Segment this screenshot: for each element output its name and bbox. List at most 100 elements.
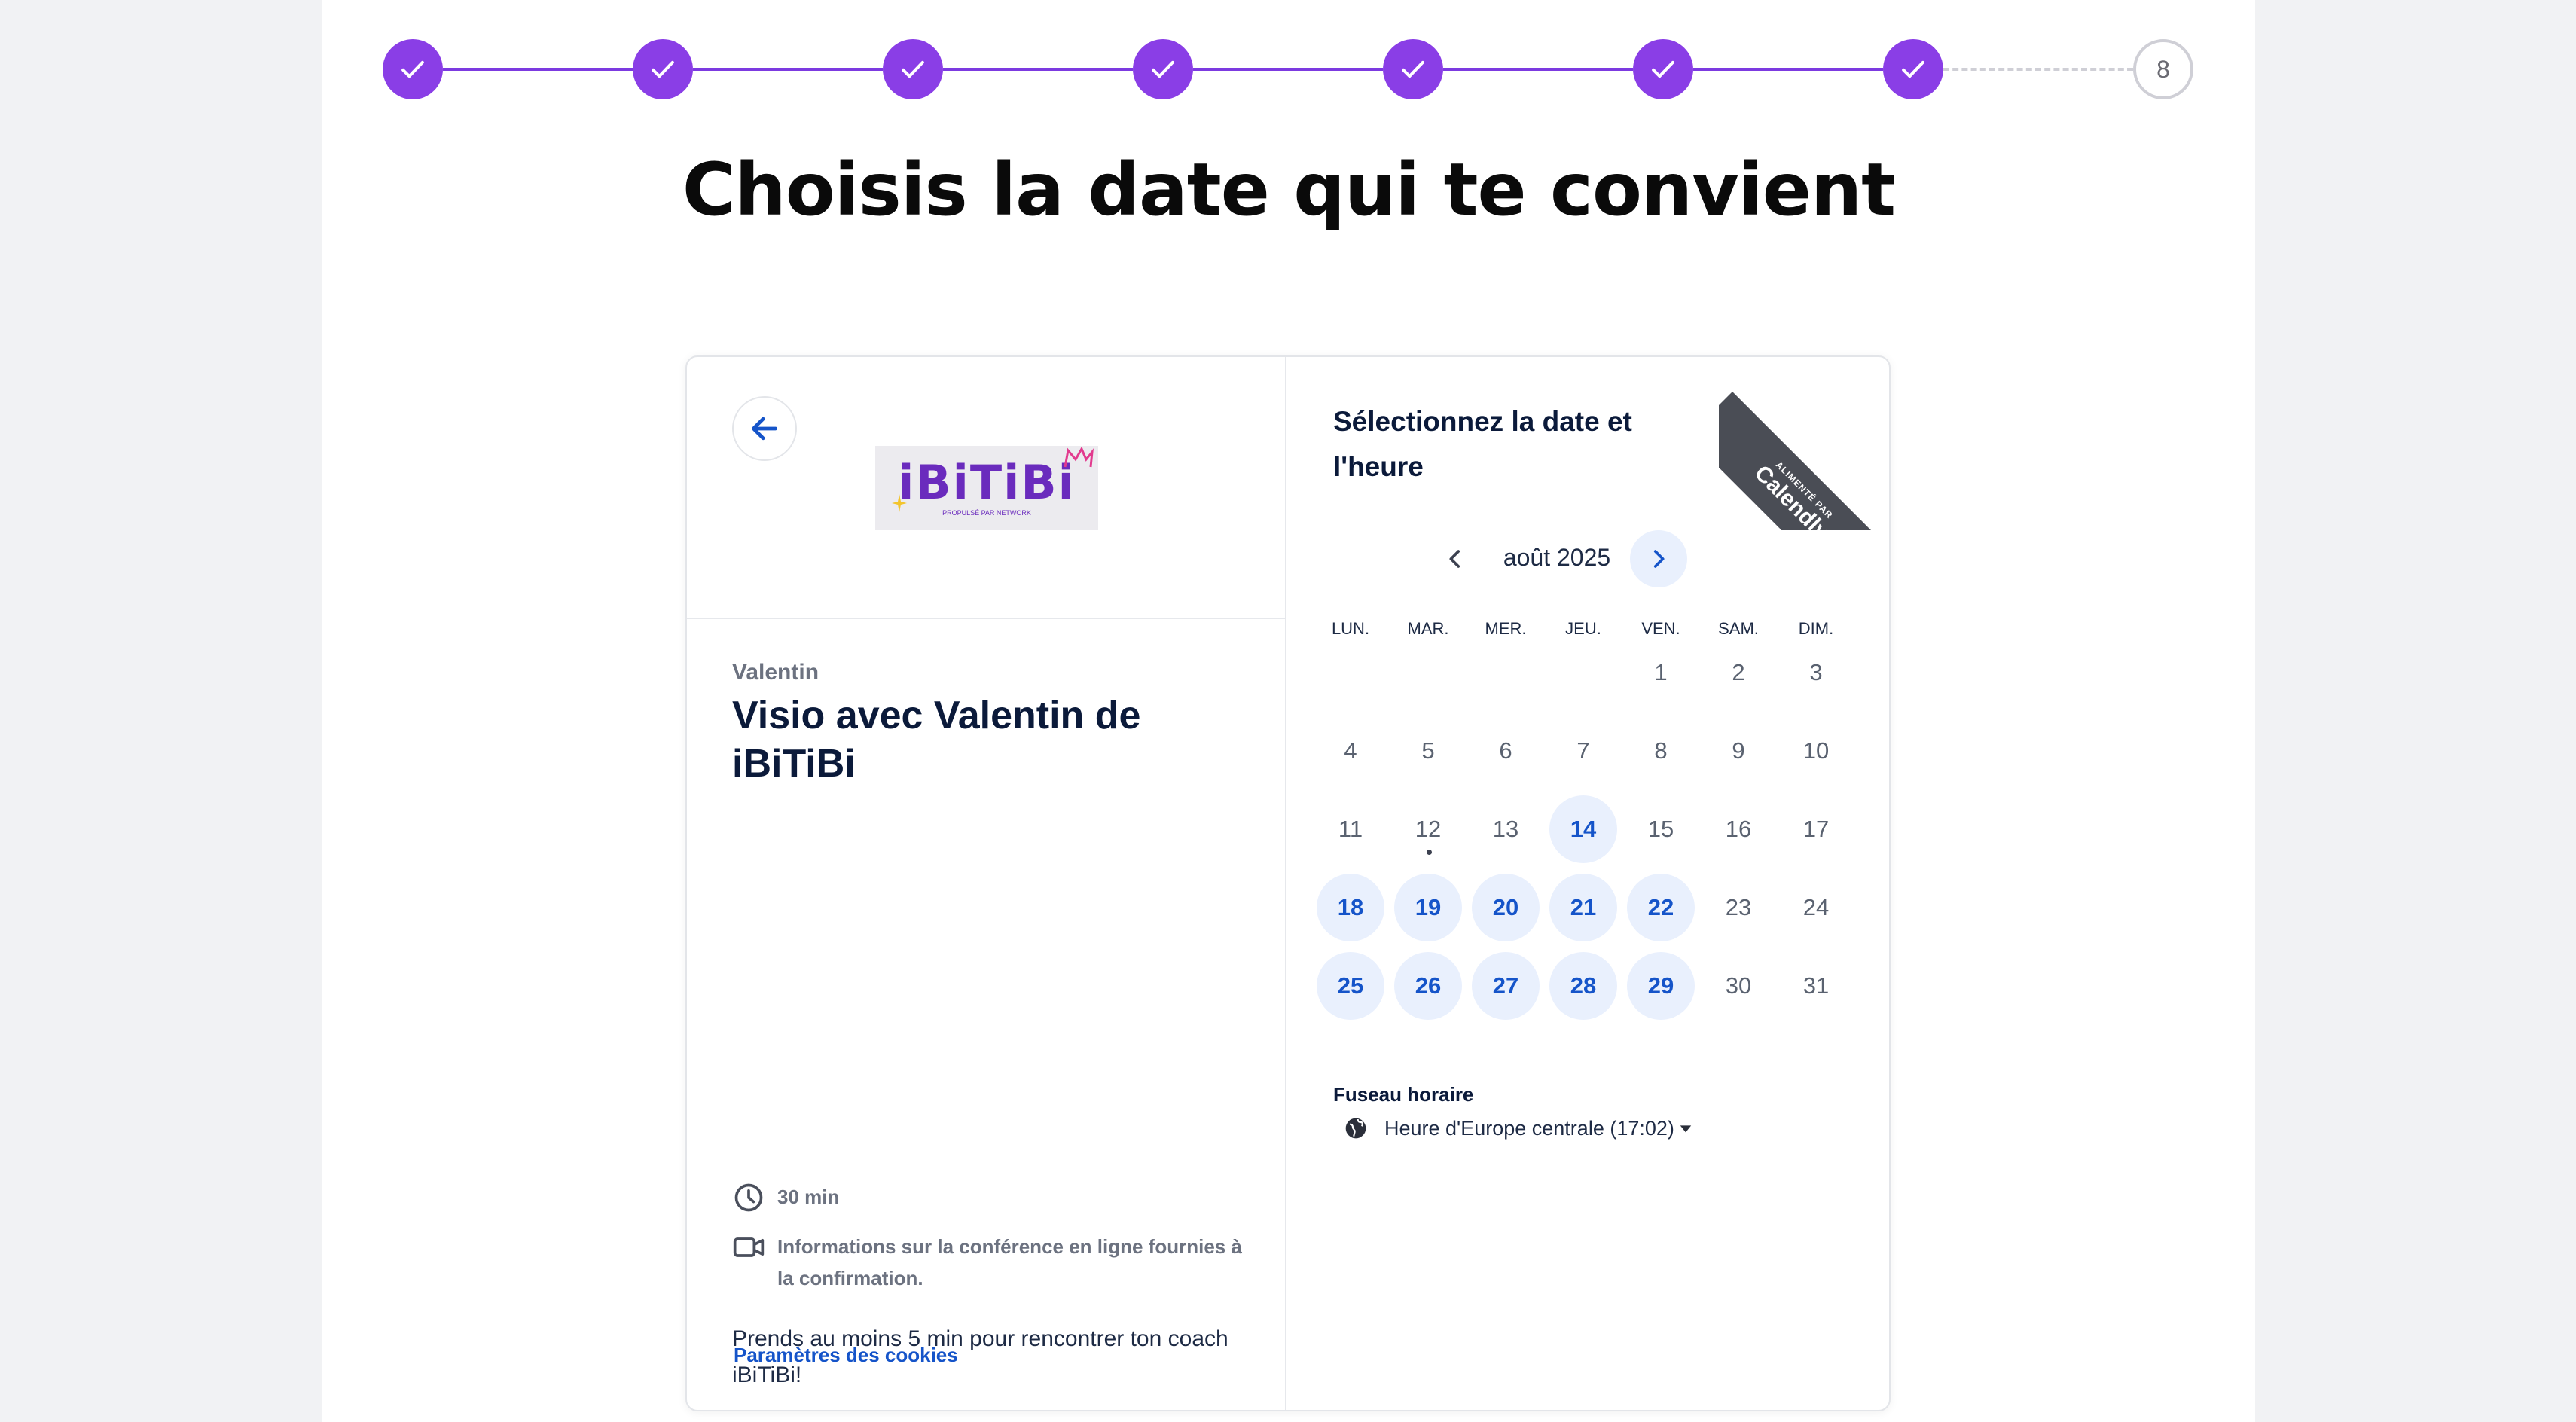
day-number: 2 (1732, 659, 1745, 685)
calendar-day: 13 (1472, 795, 1540, 863)
conference-row: Informations sur la conférence en ligne … (732, 1231, 1259, 1294)
calendar-day: 5 (1394, 717, 1462, 785)
stepper-connector (1693, 68, 1883, 71)
checkmark-icon (1902, 60, 1924, 78)
organizer-name: Valentin (732, 660, 819, 685)
progress-stepper: 8 (322, 0, 2255, 143)
calendar-day: 8 (1627, 717, 1695, 785)
calendar-day: 12 (1394, 795, 1462, 863)
checkmark-icon (652, 60, 674, 78)
day-number: 28 (1570, 972, 1597, 999)
weekday-label: MAR. (1407, 619, 1449, 638)
event-details-panel: iBiTiBi PROPULSÉ PAR NETWORK Valentin Vi… (687, 357, 1286, 1410)
day-number: 9 (1732, 737, 1745, 764)
calendar-day: 11 (1317, 795, 1384, 863)
conference-info-text: Informations sur la conférence en ligne … (777, 1235, 1242, 1289)
timezone-label: Fuseau horaire (1333, 1083, 1474, 1106)
calendar-day-available[interactable]: 22 (1627, 874, 1695, 941)
today-indicator (1427, 850, 1432, 855)
video-camera-icon (733, 1237, 765, 1257)
step-completed (383, 39, 443, 99)
duration-row: 30 min (732, 1181, 839, 1214)
step-completed (1633, 39, 1693, 99)
calendar-day-available[interactable]: 14 (1549, 795, 1617, 863)
previous-month-button[interactable] (1427, 530, 1484, 587)
chevron-right-icon (1653, 550, 1665, 568)
checkmark-icon (1152, 60, 1174, 78)
duration-text: 30 min (777, 1186, 840, 1208)
calendar-day: 3 (1782, 639, 1850, 706)
checkmark-icon (1652, 60, 1674, 78)
calendar-day: 7 (1549, 717, 1617, 785)
powered-by-calendly-ribbon[interactable]: ALIMENTÉ PAR Calendly (1719, 357, 1889, 530)
stepper-connector (443, 68, 633, 71)
event-title: Visio avec Valentin de iBiTiBi (732, 694, 1141, 786)
calendar-day: 9 (1705, 717, 1772, 785)
day-number: 11 (1338, 816, 1363, 842)
weekday-label: LUN. (1331, 619, 1370, 638)
calendar-day-available[interactable]: 26 (1394, 952, 1462, 1020)
globe-icon (1345, 1118, 1366, 1139)
chevron-left-icon (1449, 550, 1460, 568)
back-button[interactable] (732, 396, 797, 461)
weekday-label: MER. (1485, 619, 1527, 638)
calendar-day-available[interactable]: 20 (1472, 874, 1540, 941)
company-logo: iBiTiBi PROPULSÉ PAR NETWORK (875, 446, 1098, 530)
day-number: 29 (1647, 972, 1674, 999)
calendar-day: 24 (1782, 874, 1850, 941)
calendar-day-available[interactable]: 29 (1627, 952, 1695, 1020)
stepper-connector (1193, 68, 1383, 71)
current-month-label: août 2025 (1503, 544, 1611, 571)
cookie-settings-link[interactable]: Paramètres des cookies (734, 1344, 958, 1367)
next-month-button[interactable] (1630, 530, 1687, 587)
weekday-label: DIM. (1798, 619, 1834, 638)
calendar-day: 23 (1705, 874, 1772, 941)
stepper-connector (1943, 68, 2133, 71)
page-title: Choisis la date qui te convient (682, 148, 1896, 232)
stepper-connector (1443, 68, 1633, 71)
day-number: 13 (1492, 816, 1519, 842)
calendly-booking-widget: iBiTiBi PROPULSÉ PAR NETWORK Valentin Vi… (685, 356, 1891, 1411)
calendar-day-available[interactable]: 27 (1472, 952, 1540, 1020)
checkmark-icon (902, 60, 924, 78)
calendar-day-available[interactable]: 21 (1549, 874, 1617, 941)
sparkle-icon (892, 494, 907, 512)
calendar-day-available[interactable]: 25 (1317, 952, 1384, 1020)
calendar-day-available[interactable]: 28 (1549, 952, 1617, 1020)
calendar-day: 30 (1705, 952, 1772, 1020)
day-number: 6 (1499, 737, 1512, 764)
day-number: 31 (1802, 972, 1830, 999)
day-number: 16 (1725, 816, 1752, 842)
day-number: 23 (1725, 894, 1752, 920)
step-pending: 8 (2133, 39, 2193, 99)
arrow-left-icon (751, 417, 778, 441)
calendar-day-available[interactable]: 18 (1317, 874, 1384, 941)
weekday-label: JEU. (1565, 619, 1601, 638)
day-number: 17 (1802, 816, 1830, 842)
day-number: 15 (1647, 816, 1674, 842)
calendar-day: 4 (1317, 717, 1384, 785)
stepper-connector (943, 68, 1133, 71)
calendar-day: 16 (1705, 795, 1772, 863)
timezone-selector[interactable]: Heure d'Europe centrale (17:02) (1344, 1116, 1692, 1140)
calendar-day: 17 (1782, 795, 1850, 863)
date-picker-title: Sélectionnez la date et l'heure (1333, 406, 1632, 482)
day-number: 24 (1802, 894, 1830, 920)
logo-text: iBiTiBi (898, 455, 1076, 510)
logo-subtext: PROPULSÉ PAR NETWORK (942, 509, 1031, 517)
day-number: 22 (1647, 894, 1674, 920)
day-number: 8 (1654, 737, 1668, 764)
day-number: 4 (1344, 737, 1357, 764)
day-number: 27 (1492, 972, 1519, 999)
step-completed (633, 39, 693, 99)
calendar-day-available[interactable]: 19 (1394, 874, 1462, 941)
date-picker-panel: Sélectionnez la date et l'heure août 202… (1286, 357, 1889, 1410)
day-number: 26 (1415, 972, 1442, 999)
caret-down-icon (1680, 1125, 1692, 1133)
calendar-day: 10 (1782, 717, 1850, 785)
timezone-value: Heure d'Europe centrale (17:02) (1384, 1116, 1674, 1140)
checkmark-icon (1402, 60, 1424, 78)
clock-icon (734, 1183, 763, 1212)
weekday-label: SAM. (1718, 619, 1759, 638)
calendar-day: 6 (1472, 717, 1540, 785)
